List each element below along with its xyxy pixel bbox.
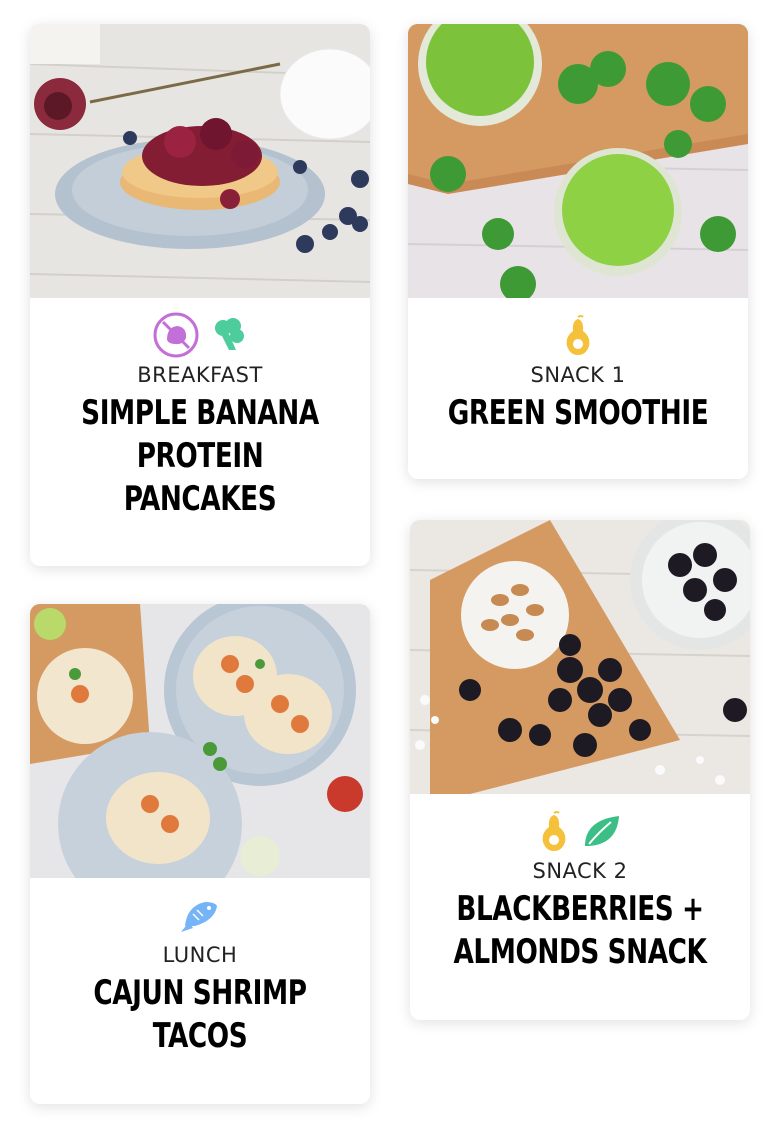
meal-card-snack-2[interactable]: SNACK 2 BLACKBERRIES + ALMONDS SNACK <box>410 520 750 1020</box>
no-dairy-icon <box>153 312 199 358</box>
shrimp-tacos-photo <box>30 604 370 878</box>
leaf-icon <box>585 816 619 846</box>
recipe-title[interactable]: GREEN SMOOTHIE <box>432 392 724 435</box>
meal-type-label: SNACK 1 <box>530 363 626 387</box>
fish-icon <box>181 902 217 932</box>
meal-type-label: BREAKFAST <box>137 363 263 387</box>
meal-card-lunch[interactable]: LUNCH CAJUN SHRIMP TACOS <box>30 604 370 1104</box>
meal-type-label: SNACK 2 <box>532 859 628 883</box>
green-smoothie-photo <box>408 24 748 298</box>
recipe-title[interactable]: BLACKBERRIES + ALMONDS SNACK <box>434 888 726 974</box>
broccoli-icon <box>215 318 244 350</box>
recipe-title[interactable]: CAJUN SHRIMP TACOS <box>54 972 346 1058</box>
meal-card-breakfast[interactable]: BREAKFAST SIMPLE BANANA PROTEIN PANCAKES <box>30 24 370 566</box>
meal-card-snack-1[interactable]: SNACK 1 GREEN SMOOTHIE <box>408 24 748 479</box>
pear-icon <box>542 811 566 851</box>
recipe-title[interactable]: SIMPLE BANANA PROTEIN PANCAKES <box>54 392 346 521</box>
meal-type-label: LUNCH <box>162 943 238 967</box>
pancakes-with-berries-photo <box>30 24 370 298</box>
blackberries-almonds-photo <box>410 520 750 794</box>
pear-icon <box>566 315 590 355</box>
